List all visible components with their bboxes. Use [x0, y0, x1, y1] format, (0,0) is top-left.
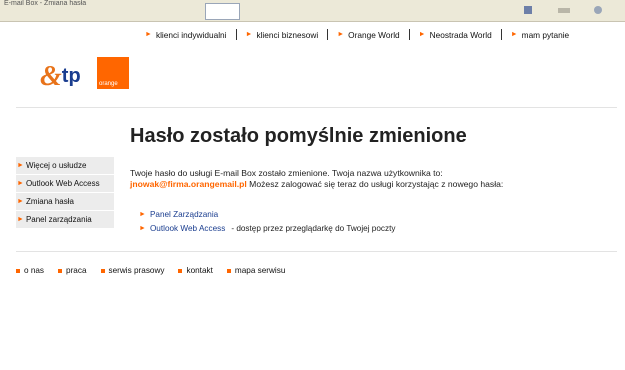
divider — [16, 107, 617, 108]
footer-link-label: o nas — [24, 266, 45, 275]
nav-mam-pytanie[interactable]: ► mam pytanie — [511, 30, 569, 40]
arrow-icon: ► — [17, 180, 24, 187]
top-navigation: ► klienci indywidualni ► klienci biznesowi… — [145, 29, 569, 40]
sidebar-item-label: Panel zarządzania — [25, 215, 92, 224]
sidebar: ► Więcej o usłudze ► Outlook Web Access ► Z… — [16, 157, 114, 229]
footer-navigation: o nas praca serwis prasowy kontakt mapa … — [16, 266, 299, 275]
page-title: Hasło zostało pomyślnie zmienione — [130, 125, 467, 147]
bullet-icon — [178, 268, 183, 273]
arrow-icon: ► — [139, 224, 146, 232]
footer-link-label: mapa serwisu — [234, 266, 286, 275]
link-list: ► Panel Zarządzania ► Outlook Web Access… — [139, 207, 395, 235]
footer-link-label: serwis prasowy — [108, 266, 165, 275]
arrow-icon: ► — [17, 198, 24, 205]
address-bar[interactable] — [205, 3, 240, 20]
nav-separator — [327, 29, 329, 40]
nav-label: Orange World — [348, 29, 400, 40]
message-line-2: jnowak@firma.orangemail.pl Możesz zalogo… — [130, 179, 600, 190]
window-title: E-mail Box - Zmiana hasła — [4, 0, 87, 7]
toolbar-icon[interactable] — [556, 4, 572, 16]
sidebar-item-label: Zmiana hasła — [25, 197, 74, 206]
message-line-1: Twoje hasło do usługi E-mail Box zostało… — [130, 168, 443, 178]
sidebar-item-wiecej-o-usludze[interactable]: ► Więcej o usłudze — [16, 157, 114, 174]
bullet-icon — [100, 268, 105, 273]
orange-logo-text: orange — [99, 81, 118, 87]
arrow-icon: ► — [337, 31, 345, 38]
link-description: - dostęp przez przeglądarkę do Twojej po… — [231, 223, 396, 233]
nav-label: mam pytanie — [521, 29, 570, 40]
arrow-icon: ► — [139, 210, 146, 218]
username-email: jnowak@firma.orangemail.pl — [130, 179, 247, 189]
nav-orange-world[interactable]: ► Orange World — [337, 30, 399, 40]
arrow-icon: ► — [145, 31, 152, 38]
sidebar-item-outlook-web-access[interactable]: ► Outlook Web Access — [16, 175, 114, 192]
footer-link-o-nas[interactable]: o nas — [16, 266, 44, 275]
arrow-icon: ► — [510, 31, 518, 38]
arrow-icon: ► — [17, 162, 24, 169]
tp-ampersand-icon: & — [40, 61, 62, 92]
bullet-icon — [226, 268, 231, 273]
arrow-icon: ► — [245, 31, 253, 38]
nav-separator — [500, 29, 502, 40]
list-item: ► Panel Zarządzania — [139, 207, 395, 221]
nav-separator — [235, 29, 237, 40]
footer-link-label: kontakt — [186, 266, 213, 275]
browser-chrome: E-mail Box - Zmiana hasła — [0, 0, 625, 22]
bullet-icon — [16, 268, 20, 273]
sidebar-item-label: Więcej o usłudze — [25, 161, 87, 170]
nav-klienci-biznesowi[interactable]: ► klienci biznesowi — [246, 30, 319, 40]
nav-neostrada-world[interactable]: ► Neostrada World — [419, 30, 492, 40]
nav-label: Neostrada World — [429, 29, 492, 40]
list-item: ► Outlook Web Access - dostęp przez prze… — [139, 221, 395, 235]
tp-logo-text: tp — [61, 65, 81, 87]
sidebar-item-panel-zarzadzania[interactable]: ► Panel zarządzania — [16, 211, 114, 228]
divider — [16, 251, 617, 252]
arrow-icon: ► — [17, 216, 24, 223]
bullet-icon — [58, 268, 63, 273]
arrow-icon: ► — [418, 31, 426, 38]
sidebar-item-zmiana-hasla[interactable]: ► Zmiana hasła — [16, 193, 114, 210]
confirmation-message: Twoje hasło do usługi E-mail Box zostało… — [130, 168, 600, 190]
footer-link-mapa-serwisu[interactable]: mapa serwisu — [226, 266, 286, 275]
tp-logo[interactable]: &tp — [40, 61, 81, 93]
nav-separator — [408, 29, 410, 40]
footer-link-kontakt[interactable]: kontakt — [178, 266, 213, 275]
panel-zarzadzania-link[interactable]: Panel Zarządzania — [150, 210, 218, 219]
toolbar-icon[interactable] — [590, 4, 606, 16]
outlook-web-access-link[interactable]: Outlook Web Access — [150, 224, 225, 233]
nav-label: klienci indywidualni — [155, 29, 227, 40]
toolbar-icon[interactable] — [520, 4, 536, 16]
footer-link-label: praca — [66, 266, 87, 275]
nav-klienci-indywidualni[interactable]: ► klienci indywidualni — [145, 30, 227, 40]
footer-link-praca[interactable]: praca — [58, 266, 87, 275]
footer-link-serwis-prasowy[interactable]: serwis prasowy — [100, 266, 165, 275]
message-line-2-text: Możesz zalogować się teraz do usługi kor… — [246, 179, 504, 189]
sidebar-item-label: Outlook Web Access — [25, 179, 100, 188]
orange-logo[interactable]: orange — [97, 57, 129, 89]
nav-label: klienci biznesowi — [256, 29, 319, 40]
